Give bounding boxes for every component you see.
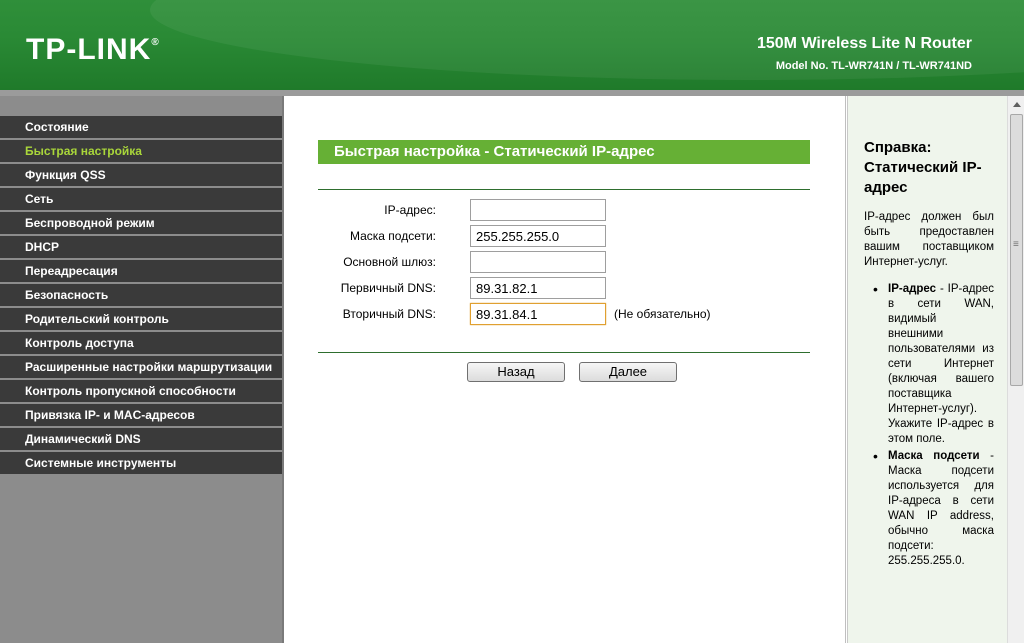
page-title: Быстрая настройка - Статический IP-адрес (318, 140, 810, 164)
model-number: Model No. TL-WR741N / TL-WR741ND (775, 60, 972, 72)
sidebar-item-qss[interactable]: Функция QSS (0, 164, 282, 188)
secondary-dns-input[interactable] (470, 303, 606, 325)
default-gateway-row: Основной шлюз: (318, 251, 838, 273)
optional-note: (Не обязательно) (614, 307, 711, 321)
sidebar-item-security[interactable]: Безопасность (0, 284, 282, 308)
next-button[interactable]: Далее (579, 362, 677, 382)
sidebar-item-bandwidth-control[interactable]: Контроль пропускной способности (0, 380, 282, 404)
sidebar-item-status[interactable]: Состояние (0, 116, 282, 140)
divider-bottom (318, 352, 810, 353)
sidebar-item-wireless[interactable]: Беспроводной режим (0, 212, 282, 236)
product-name: 150M Wireless Lite N Router (756, 35, 972, 52)
primary-dns-label: Первичный DNS: (340, 281, 436, 295)
back-button[interactable]: Назад (467, 362, 565, 382)
sidebar-item-forwarding[interactable]: Переадресация (0, 260, 282, 284)
subnet-mask-label: Маска подсети: (349, 229, 436, 243)
ip-address-label: IP-адрес: (384, 203, 436, 217)
sidebar-item-parental-control[interactable]: Родительский контроль (0, 308, 282, 332)
secondary-dns-row: Вторичный DNS: (Не обязательно) (318, 303, 838, 325)
help-item-ip-address: IP-адрес - IP-адрес в сети WAN, видимый … (873, 282, 994, 447)
help-list: IP-адрес - IP-адрес в сети WAN, видимый … (873, 282, 994, 571)
sidebar-item-advanced-routing[interactable]: Расширенные настройки маршрутизации (0, 356, 282, 380)
header: TP-LINK® 150M Wireless Lite N Router Mod… (0, 0, 1024, 90)
sidebar-item-dhcp[interactable]: DHCP (0, 236, 282, 260)
default-gateway-label: Основной шлюз: (343, 255, 436, 269)
ip-address-row: IP-адрес: (318, 199, 838, 221)
help-item-subnet-mask: Маска подсети - Маска подсети использует… (873, 449, 994, 569)
help-scrollbar[interactable] (1007, 96, 1024, 643)
main-content: Быстрая настройка - Статический IP-адрес… (286, 96, 846, 643)
sidebar-item-system-tools[interactable]: Системные инструменты (0, 452, 282, 476)
sidebar-item-network[interactable]: Сеть (0, 188, 282, 212)
sidebar: Состояние Быстрая настройка Функция QSS … (0, 96, 284, 643)
sidebar-item-dynamic-dns[interactable]: Динамический DNS (0, 428, 282, 452)
help-intro: IP-адрес должен был быть предоставлен ва… (864, 211, 994, 268)
primary-dns-input[interactable] (470, 277, 606, 299)
tp-link-logo: TP-LINK® (26, 33, 160, 66)
sidebar-item-ip-mac-binding[interactable]: Привязка IP- и MAC-адресов (0, 404, 282, 428)
help-title: Справка: Статический IP-адрес (864, 139, 982, 196)
scroll-up-arrow-icon[interactable] (1009, 97, 1024, 113)
sidebar-item-quick-setup[interactable]: Быстрая настройка (0, 140, 282, 164)
sidebar-item-access-control[interactable]: Контроль доступа (0, 332, 282, 356)
subnet-mask-input[interactable] (470, 225, 606, 247)
sidebar-menu: Состояние Быстрая настройка Функция QSS … (0, 116, 282, 476)
scroll-thumb[interactable] (1010, 114, 1023, 386)
secondary-dns-label: Вторичный DNS: (342, 307, 436, 321)
default-gateway-input[interactable] (470, 251, 606, 273)
ip-address-input[interactable] (470, 199, 606, 221)
subnet-mask-row: Маска подсети: (318, 225, 838, 247)
primary-dns-row: Первичный DNS: (318, 277, 838, 299)
divider-top (318, 189, 810, 190)
help-panel: Справка: Статический IP-адрес IP-адрес д… (847, 96, 1007, 643)
